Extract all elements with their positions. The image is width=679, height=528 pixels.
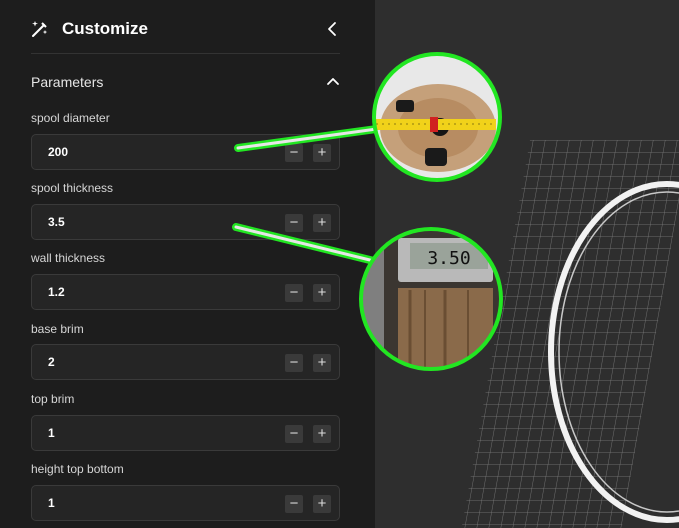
increment-button[interactable]: + xyxy=(313,425,331,443)
param-value[interactable]: 1.2 xyxy=(48,285,65,299)
decrement-button[interactable]: − xyxy=(285,495,303,513)
increment-button[interactable]: + xyxy=(313,284,331,302)
model-preview xyxy=(459,140,679,528)
param-label-wall-thickness: wall thickness xyxy=(31,251,106,265)
decrement-button[interactable]: − xyxy=(285,425,303,443)
increment-button[interactable]: + xyxy=(313,144,331,162)
3d-viewport[interactable] xyxy=(375,0,679,528)
chevron-left-icon[interactable] xyxy=(326,21,340,37)
param-label-height-top-bottom: height top bottom xyxy=(31,462,124,476)
param-field-height-top-bottom[interactable]: 1 − + xyxy=(31,485,340,521)
param-value[interactable]: 1 xyxy=(48,426,55,440)
param-label-spool-thickness: spool thickness xyxy=(31,181,114,195)
build-plate-grid xyxy=(459,140,679,528)
section-title-parameters[interactable]: Parameters xyxy=(31,74,103,90)
param-field-base-brim[interactable]: 2 − + xyxy=(31,344,340,380)
decrement-button[interactable]: − xyxy=(285,144,303,162)
param-label-top-brim: top brim xyxy=(31,392,75,406)
decrement-button[interactable]: − xyxy=(285,284,303,302)
chevron-up-icon[interactable] xyxy=(326,75,340,87)
param-label-base-brim: base brim xyxy=(31,322,84,336)
decrement-button[interactable]: − xyxy=(285,214,303,232)
increment-button[interactable]: + xyxy=(313,495,331,513)
param-value[interactable]: 200 xyxy=(48,145,68,159)
increment-button[interactable]: + xyxy=(313,354,331,372)
param-value[interactable]: 1 xyxy=(48,496,55,510)
param-field-spool-diameter[interactable]: 200 − + xyxy=(31,134,340,170)
decrement-button[interactable]: − xyxy=(285,354,303,372)
panel-title: Customize xyxy=(62,19,148,38)
increment-button[interactable]: + xyxy=(313,214,331,232)
param-field-spool-thickness[interactable]: 3.5 − + xyxy=(31,204,340,240)
param-field-top-brim[interactable]: 1 − + xyxy=(31,415,340,451)
param-value[interactable]: 3.5 xyxy=(48,215,65,229)
param-label-spool-diameter: spool diameter xyxy=(31,111,110,125)
param-field-wall-thickness[interactable]: 1.2 − + xyxy=(31,274,340,310)
customize-sidebar: Customize Parameters spool diameter 200 … xyxy=(0,0,375,528)
param-value[interactable]: 2 xyxy=(48,355,55,369)
magic-wand-icon xyxy=(32,21,48,37)
sidebar-header: Customize xyxy=(31,0,340,54)
